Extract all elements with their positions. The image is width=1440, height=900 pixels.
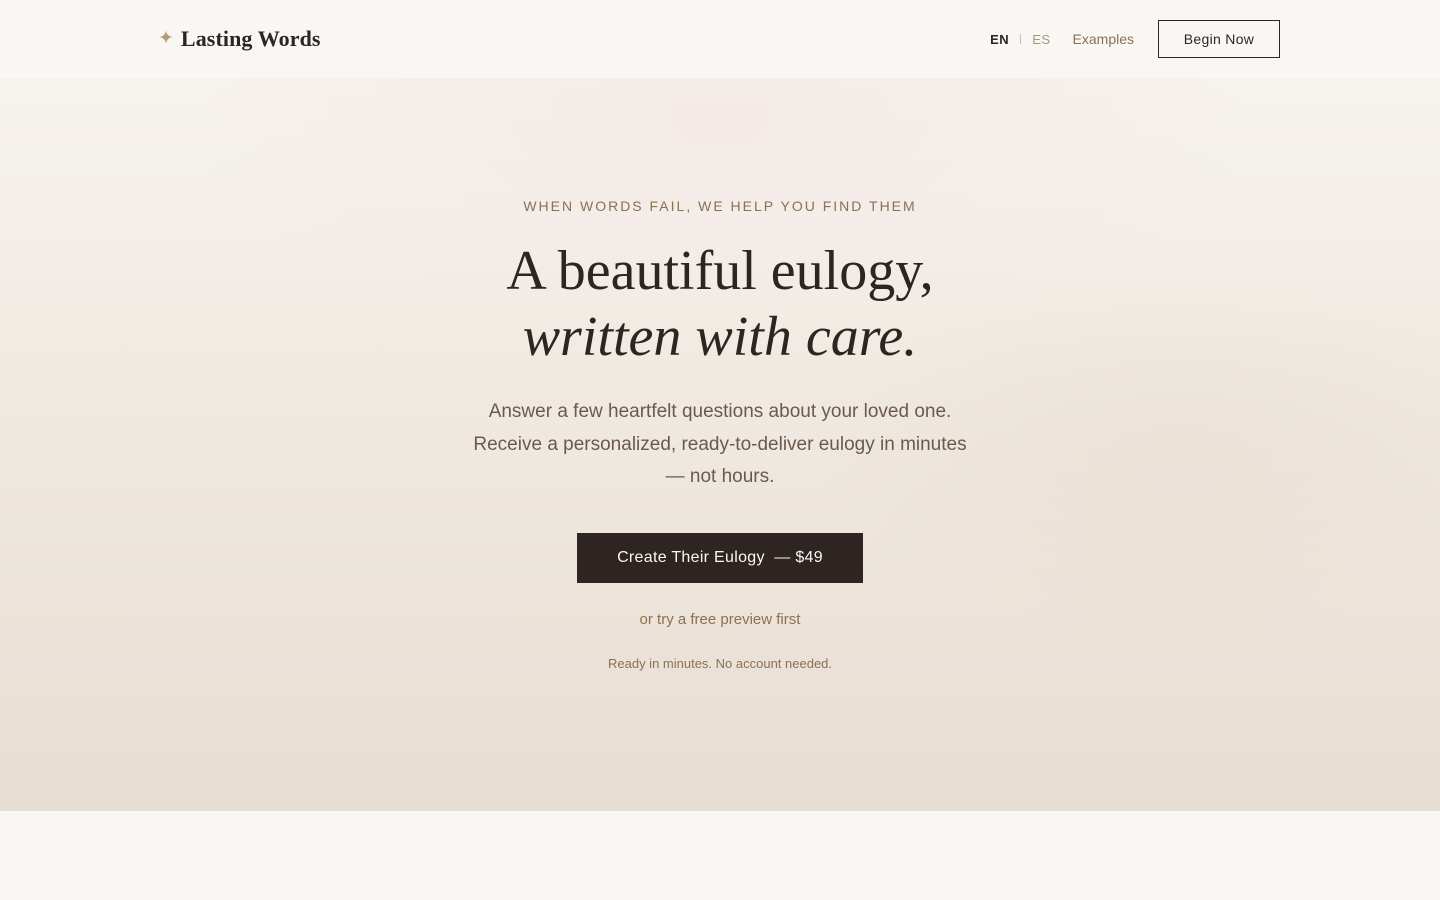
- free-preview-link[interactable]: or try a free preview first: [0, 611, 1440, 628]
- begin-now-button[interactable]: Begin Now: [1158, 20, 1280, 58]
- brand-name: Lasting Words: [180, 26, 321, 51]
- sparkle-icon: ✦: [158, 26, 174, 49]
- headline-line-2: written with care.: [522, 306, 918, 368]
- subcopy-line-1: Answer a few heartfelt questions about y…: [488, 401, 952, 422]
- subcopy-line-2: Receive a personalized, ready-to-deliver…: [473, 433, 967, 455]
- hero-headline: A beautiful eulogy, written with care.: [0, 238, 1440, 370]
- language-es-link[interactable]: ES: [1032, 32, 1050, 47]
- hero-eyebrow: WHEN WORDS FAIL, WE HELP YOU FIND THEM: [523, 198, 917, 214]
- headline-line-1: A beautiful eulogy,: [506, 240, 934, 302]
- examples-link[interactable]: Examples: [1073, 31, 1134, 47]
- hero-subcopy: Answer a few heartfelt questions about y…: [460, 396, 980, 494]
- language-en-link[interactable]: EN: [990, 32, 1009, 47]
- create-eulogy-button[interactable]: Create Their Eulogy — $49: [577, 533, 863, 583]
- hero-note: Ready in minutes. No account needed.: [607, 656, 833, 671]
- subcopy-line-3: — not hours.: [665, 466, 775, 487]
- language-divider: [1020, 34, 1022, 44]
- header-nav: EN ES Examples Begin Now: [990, 20, 1280, 58]
- hero-section: WHEN WORDS FAIL, WE HELP YOU FIND THEM A…: [0, 78, 1440, 811]
- top-navigation-bar: ✦ Lasting Words EN ES Examples Begin Now: [0, 0, 1440, 78]
- brand-logo[interactable]: ✦ Lasting Words: [158, 24, 321, 54]
- below-fold-section: [0, 811, 1440, 900]
